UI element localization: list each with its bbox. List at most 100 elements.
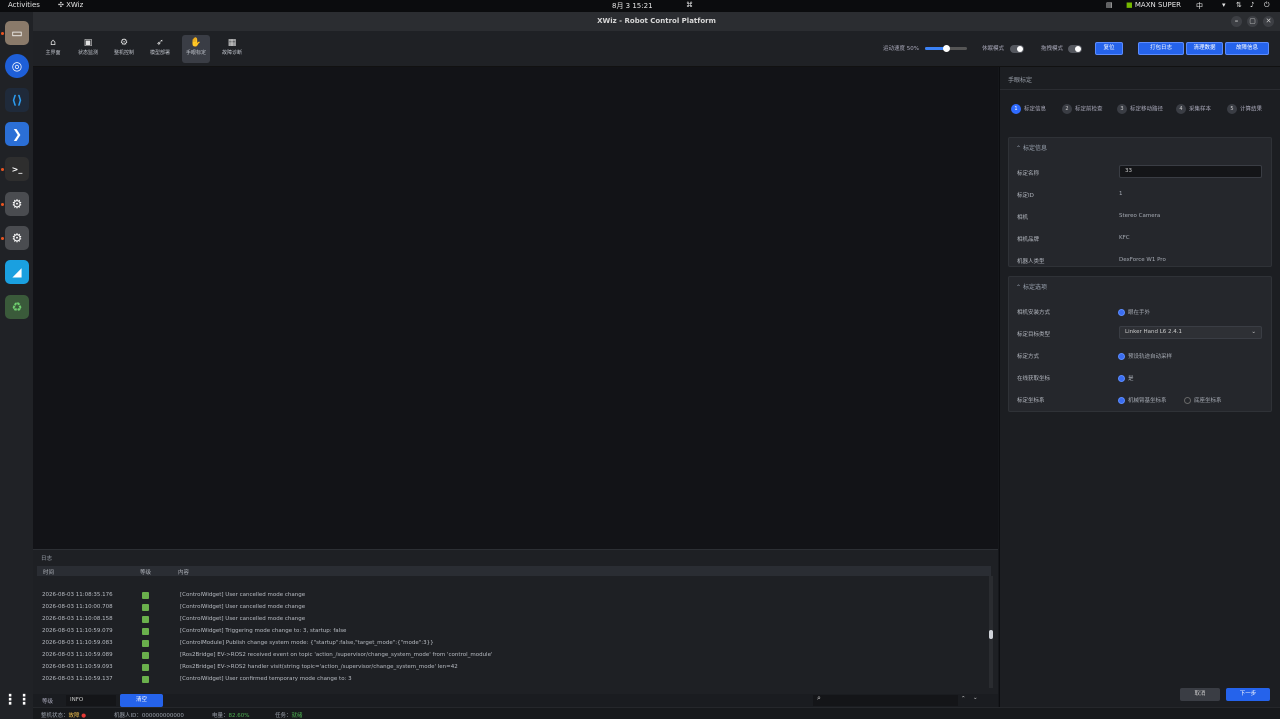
log-row[interactable]: 2026-08-03 11:10:59.089 [Ros2Bridge] EV->… — [37, 649, 991, 661]
step-2[interactable]: 2 标定前检查 — [1062, 104, 1103, 114]
name-label: 标定名称 — [1017, 171, 1040, 177]
robot-icon: ⚙ — [119, 38, 129, 48]
window-title: XWiz - Robot Control Platform — [597, 17, 716, 25]
step-1[interactable]: 1 标定信息 — [1011, 104, 1046, 114]
log-row[interactable]: 2026-08-03 11:10:59.083 [ControlModule] P… — [37, 637, 991, 649]
target-type-select[interactable]: Linker Hand L6 2.4.1 ⌄ — [1119, 326, 1262, 339]
clear-data-button[interactable]: 清理数据 — [1186, 42, 1223, 55]
step-4[interactable]: 4 采集样本 — [1176, 104, 1211, 114]
mount-radio[interactable]: 眼在手外 — [1119, 308, 1150, 316]
network-icon[interactable]: ⇅ — [1236, 1, 1242, 9]
window-titlebar: XWiz - Robot Control Platform – ▢ ✕ — [33, 12, 1280, 31]
terminal-icon[interactable]: >_ — [5, 157, 29, 181]
log-row[interactable]: 2026-08-03 11:10:00.708 [ControlWidget] U… — [37, 601, 991, 613]
log-row[interactable]: 2026-08-03 11:10:08.158 [ControlWidget] U… — [37, 613, 991, 625]
speed-label: 运动速度 50% — [883, 46, 919, 52]
search-next-icon[interactable]: ⌄ — [973, 695, 978, 701]
maximize-icon[interactable]: ▢ — [1247, 16, 1258, 27]
speed-slider[interactable] — [925, 45, 967, 52]
mount-label: 相机安装方式 — [1017, 310, 1051, 316]
log-row[interactable]: 2026-08-03 11:10:59.079 [ControlWidget] T… — [37, 625, 991, 637]
target-label: 标定目标类型 — [1017, 332, 1051, 338]
panel-title: 手眼标定 — [1008, 77, 1033, 84]
method-radio[interactable]: 预设轨迹自动采样 — [1119, 352, 1172, 360]
trash-icon[interactable]: ♻ — [5, 295, 29, 319]
level-label: 等级 — [42, 699, 54, 705]
gpu-indicator[interactable]: ■ MAXN SUPER — [1126, 1, 1181, 9]
search-icon: ⌕ — [817, 694, 821, 702]
camera-brand-value: KFC — [1119, 235, 1130, 241]
cancel-button[interactable]: 取消 — [1180, 688, 1220, 701]
camera-label: 相机 — [1017, 215, 1029, 221]
tool-model-deploy[interactable]: ➶ 模型部署 — [146, 35, 174, 63]
power-icon[interactable]: ⏻ — [1264, 1, 1270, 10]
tool-home[interactable]: ⌂ 主界面 — [39, 35, 67, 63]
settings-icon[interactable]: ⚙ — [5, 192, 29, 216]
camera-value: Stereo Camera — [1119, 213, 1161, 219]
log-scrollbar[interactable] — [989, 576, 993, 688]
minimize-icon[interactable]: – — [1231, 16, 1242, 27]
battery-status: 电量：82.60% — [212, 713, 250, 719]
online-radio[interactable]: 是 — [1119, 374, 1134, 382]
pack-log-button[interactable]: 打包日志 — [1138, 42, 1184, 55]
running-indicator — [1, 168, 4, 171]
step-3[interactable]: 3 标定移动路径 — [1117, 104, 1163, 114]
show-apps-icon[interactable]: ⋮⋮ — [3, 688, 31, 712]
log-title: 日志 — [41, 556, 53, 562]
tray-icon[interactable]: ▤ — [1106, 1, 1113, 9]
log-row[interactable]: 2026-08-03 11:08:35.176 [ControlWidget] U… — [37, 589, 991, 601]
files-icon[interactable]: ▭ — [5, 21, 29, 45]
calibration-name-input[interactable]: 33 — [1119, 165, 1262, 178]
system-top-bar: Activities ✣ XWiz 8月 3 15:21 ⌘ ▤ ■ MAXN … — [0, 0, 1280, 12]
follow-mode-label: 休眠模式 — [982, 46, 1005, 52]
chrome-icon[interactable]: ◎ — [5, 54, 29, 78]
log-row[interactable]: 2026-08-03 11:10:59.137 [ControlWidget] U… — [37, 673, 991, 685]
step-5[interactable]: 5 计算结果 — [1227, 104, 1262, 114]
drag-mode-label: 拖拽模式 — [1041, 46, 1064, 52]
running-indicator — [1, 203, 4, 206]
feishu-icon[interactable]: ❯ — [5, 122, 29, 146]
volume-icon[interactable]: ♪ — [1250, 1, 1254, 9]
status-bar: 整机状态：故障 ● 机器人ID：000000000000 电量：82.60% 任… — [33, 707, 1280, 719]
calibration-info-card: ⌃ 标定信息 标定名称 33 标定ID 1 相机 Stereo Camera 相… — [1008, 137, 1272, 267]
card-header[interactable]: ⌃ 标定选项 — [1016, 282, 1047, 291]
reset-button[interactable]: 复位 — [1095, 42, 1123, 55]
clock[interactable]: 8月 3 15:21 — [612, 1, 653, 11]
robot-type-label: 机器人类型 — [1017, 259, 1045, 265]
app-launcher-icon[interactable]: ◢ — [5, 260, 29, 284]
vscode-icon[interactable]: ⟨⟩ — [5, 88, 29, 112]
notification-icon: ⌘ — [686, 1, 693, 9]
frame-radio-base[interactable]: 机械臂基坐标系 — [1119, 396, 1167, 404]
frame-radio-pedestal[interactable]: 底座坐标系 — [1185, 396, 1222, 404]
log-header: 时间 等级 内容 — [37, 566, 991, 576]
hand-icon: ✋ — [190, 38, 202, 48]
fault-info-button[interactable]: 故障信息 — [1225, 42, 1269, 55]
drag-mode-toggle[interactable] — [1068, 45, 1082, 53]
clear-log-button[interactable]: 清空 — [120, 694, 163, 707]
robot-type-value: DexForce W1 Pro — [1119, 257, 1166, 263]
log-search-input[interactable]: ⌕ — [813, 694, 958, 706]
log-row[interactable]: 2026-08-03 11:10:59.093 [Ros2Bridge] EV->… — [37, 661, 991, 673]
input-language[interactable]: 中 — [1196, 1, 1203, 11]
tool-diagnose[interactable]: ▦ 故障诊断 — [218, 35, 246, 63]
close-icon[interactable]: ✕ — [1263, 16, 1274, 27]
tool-hand-eye[interactable]: ✋ 手眼标定 — [182, 35, 210, 63]
hand-eye-panel: 手眼标定 1 标定信息 2 标定前检查 3 标定移动路径 4 采集样本 5 计算结果 ⌃ … — [999, 67, 1280, 707]
activities-button[interactable]: Activities — [8, 1, 40, 9]
3d-viewport[interactable] — [33, 67, 998, 549]
level-select[interactable]: INFO — [66, 695, 116, 706]
diagnose-icon: ▦ — [227, 38, 237, 48]
chevron-down-icon: ⌄ — [1251, 329, 1256, 335]
search-prev-icon[interactable]: ⌃ — [961, 696, 966, 702]
machine-status: 整机状态：故障 ● — [41, 713, 87, 719]
frame-label: 标定坐标系 — [1017, 398, 1045, 404]
app-window: XWiz - Robot Control Platform – ▢ ✕ ⌂ 主界面… — [33, 12, 1280, 719]
follow-mode-toggle[interactable] — [1010, 45, 1024, 53]
card-header[interactable]: ⌃ 标定信息 — [1016, 143, 1047, 152]
dock: ▭ ◎ ⟨⟩ ❯ >_ ⚙ ⚙ ◢ ♻ ⋮⋮ — [0, 12, 33, 719]
tool-robot-control[interactable]: ⚙ 整机控制 — [110, 35, 138, 63]
wifi-icon[interactable]: ▾ — [1222, 1, 1226, 9]
gear-icon[interactable]: ⚙ — [5, 226, 29, 250]
next-button[interactable]: 下一步 — [1226, 688, 1270, 701]
tool-monitor[interactable]: ▣ 状态监测 — [74, 35, 102, 63]
